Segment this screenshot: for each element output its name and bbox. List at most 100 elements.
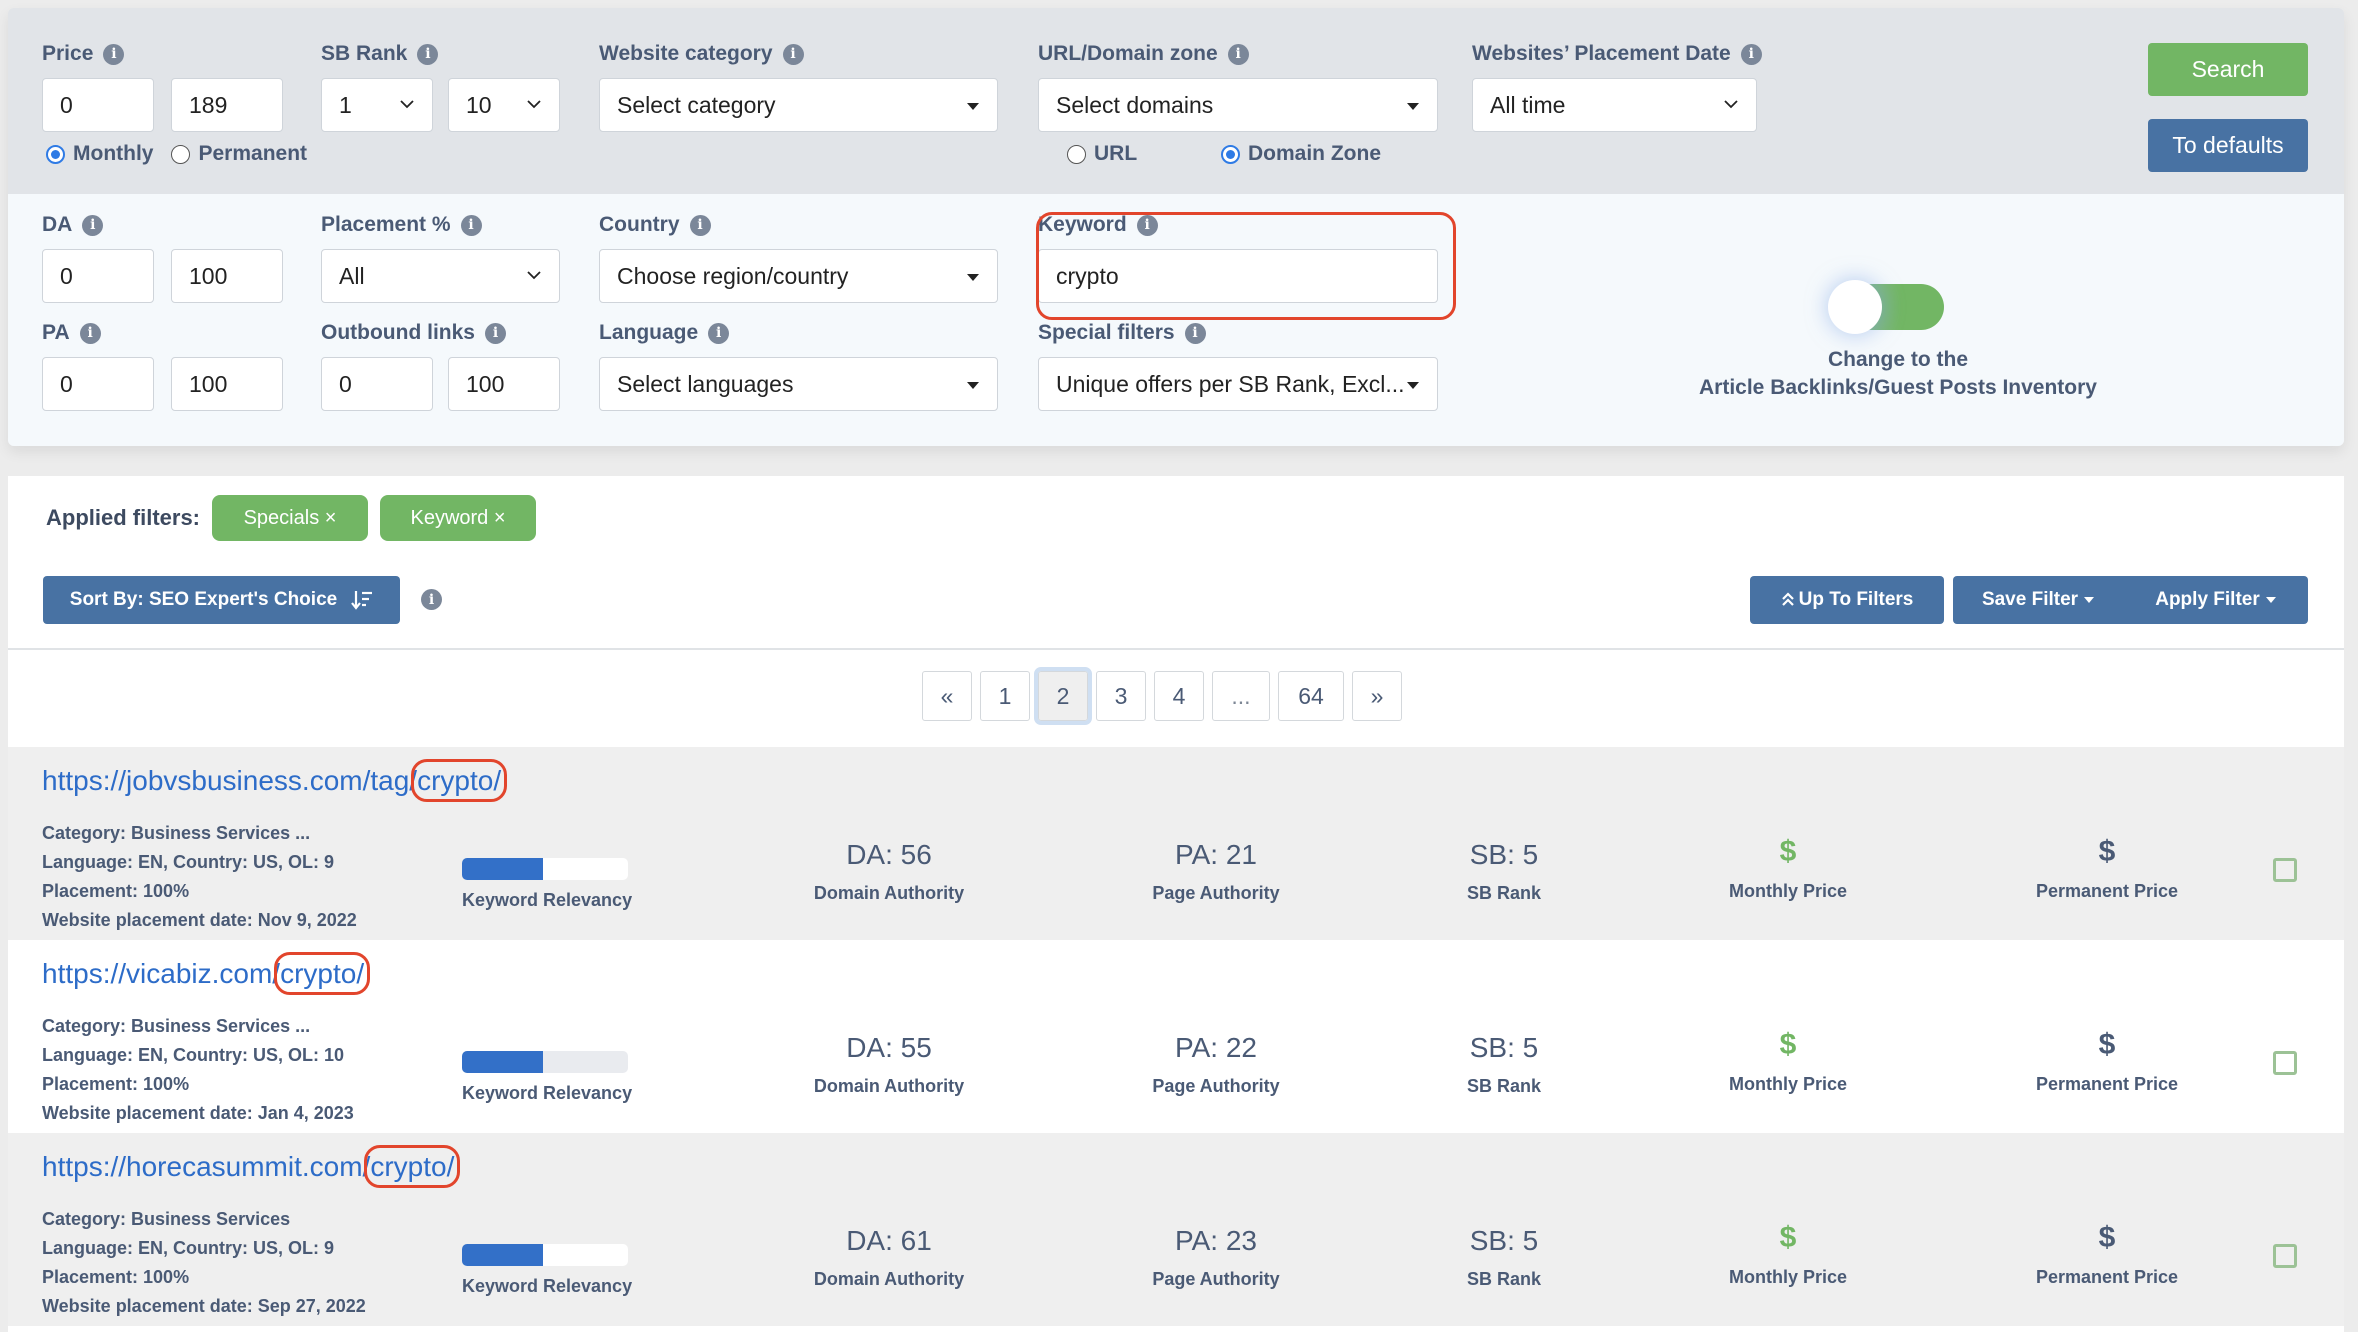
info-icon[interactable]: i [417, 43, 439, 65]
sb-rank-min-select[interactable]: 1 [321, 78, 433, 132]
pagination-page[interactable]: 1 [980, 671, 1030, 721]
result-url-link[interactable]: https://vicabiz.com/crypto/ [42, 958, 364, 990]
language-value: Select languages [617, 370, 794, 397]
result-meta: Category: Business Services ... Language:… [42, 1012, 354, 1128]
pagination-page[interactable]: 4 [1154, 671, 1204, 721]
pa-min-input[interactable]: 0 [42, 357, 154, 411]
domain-zone-radio-label[interactable]: Domain Zone [1248, 142, 1381, 166]
website-category-label: Website category i [599, 42, 804, 66]
special-filters-value: Unique offers per SB Rank, Excl... [1056, 370, 1405, 397]
url-radio-label[interactable]: URL [1094, 142, 1137, 166]
applied-filter-chip-specials[interactable]: Specials × [212, 495, 369, 541]
applied-filter-chip-keyword[interactable]: Keyword × [380, 495, 537, 541]
result-placement: Placement: 100% [42, 881, 190, 901]
outbound-min-input[interactable]: 0 [321, 357, 433, 411]
dollar-icon[interactable]: $ [1658, 835, 1918, 869]
keyword-relevancy: Keyword Relevancy [462, 1244, 632, 1297]
monthly-price-label: Monthly Price [1728, 1267, 1848, 1287]
outbound-max-input[interactable]: 100 [448, 357, 560, 411]
info-icon[interactable]: i [484, 322, 506, 344]
info-icon[interactable]: i [1184, 322, 1206, 344]
keyword-relevancy-label: Keyword Relevancy [462, 890, 633, 910]
info-icon[interactable]: i [708, 322, 730, 344]
page: Price i 0 189 Monthly Permanent SB Rank … [8, 0, 2344, 1332]
up-to-filters-button[interactable]: Up To Filters [1750, 576, 1944, 624]
info-icon[interactable]: i [1740, 43, 1762, 65]
apply-filter-button[interactable]: Apply Filter [2123, 576, 2308, 624]
website-category-label-text: Website category [599, 42, 773, 65]
domain-authority-label: Domain Authority [813, 1076, 965, 1096]
result-meta: Category: Business Services Language: EN,… [42, 1205, 366, 1321]
keyword-relevancy: Keyword Relevancy [462, 858, 633, 911]
language-select[interactable]: Select languages [599, 357, 998, 411]
sb-rank-max-select[interactable]: 10 [448, 78, 560, 132]
website-category-select[interactable]: Select category [599, 78, 998, 132]
select-checkbox[interactable] [2273, 1244, 2297, 1268]
info-icon[interactable]: i [782, 43, 804, 65]
price-min-input[interactable]: 0 [42, 78, 154, 132]
monthly-radio-label[interactable]: Monthly [73, 142, 153, 166]
toggle-knob[interactable] [1828, 280, 1882, 334]
dollar-icon[interactable]: $ [1658, 1028, 1918, 1062]
search-button[interactable]: Search [2148, 43, 2308, 96]
inventory-toggle[interactable] [1828, 280, 1964, 334]
pagination-page-last[interactable]: 64 [1278, 671, 1344, 721]
info-icon[interactable]: i [421, 589, 442, 610]
pagination-prev[interactable]: « [922, 671, 972, 721]
special-filters-select[interactable]: Unique offers per SB Rank, Excl... [1038, 357, 1438, 411]
result-placement-date: Website placement date: Sep 27, 2022 [42, 1296, 366, 1316]
domain-authority-label: Domain Authority [813, 1269, 965, 1289]
info-icon[interactable]: i [460, 214, 482, 236]
permanent-radio[interactable] [171, 144, 191, 164]
domain-authority-value: DA: 56 [846, 839, 932, 870]
domains-select[interactable]: Select domains [1038, 78, 1438, 132]
placement-pct-select[interactable]: All [321, 249, 560, 303]
sb-rank-value: SB: 5 [1469, 839, 1539, 870]
permanent-radio-label[interactable]: Permanent [198, 142, 307, 166]
price-label: Price i [42, 42, 125, 66]
result-url-link[interactable]: https://jobvsbusiness.com/tag/crypto/ [42, 765, 501, 797]
pa-max-input[interactable]: 100 [171, 357, 283, 411]
save-filter-button[interactable]: Save Filter [1953, 576, 2123, 624]
search-button-label: Search [2191, 56, 2265, 82]
country-select[interactable]: Choose region/country [599, 249, 998, 303]
domain-zone-radio[interactable] [1221, 144, 1240, 164]
sb-rank-label: SB Rank i [321, 42, 439, 66]
select-checkbox[interactable] [2273, 858, 2297, 882]
pa-min-value: 0 [60, 370, 73, 397]
info-icon[interactable]: i [1227, 43, 1249, 65]
result-placement-date: Website placement date: Jan 4, 2023 [42, 1103, 354, 1123]
url-radio[interactable] [1067, 144, 1086, 164]
result-placement: Placement: 100% [42, 1074, 190, 1094]
info-icon[interactable]: i [79, 322, 101, 344]
info-icon[interactable]: i [82, 214, 104, 236]
select-checkbox[interactable] [2273, 1051, 2297, 1075]
pa-label: PA i [42, 321, 101, 345]
price-max-input[interactable]: 189 [171, 78, 283, 132]
monthly-radio[interactable] [46, 144, 65, 164]
dollar-icon[interactable]: $ [1658, 1221, 1918, 1255]
pagination-page-current[interactable]: 2 [1034, 667, 1092, 725]
pagination-page[interactable]: 3 [1096, 671, 1146, 721]
keyword-relevancy-label: Keyword Relevancy [462, 1083, 633, 1103]
result-url-link[interactable]: https://horecasummit.com/crypto/ [42, 1151, 454, 1183]
to-defaults-button[interactable]: To defaults [2148, 119, 2308, 172]
placement-date-select[interactable]: All time [1472, 78, 1757, 132]
sb-rank-label: SB Rank [1466, 1269, 1542, 1289]
keyword-relevancy-bar [462, 1244, 628, 1266]
pagination-next[interactable]: » [1352, 671, 1402, 721]
da-min-input[interactable]: 0 [42, 249, 154, 303]
sort-by-button[interactable]: Sort By: SEO Expert's Choice [43, 576, 400, 624]
toggle-caption: Change to the Article Backlinks/Guest Po… [1648, 346, 2148, 402]
info-icon[interactable]: i [689, 214, 711, 236]
toolbar-divider [8, 648, 2344, 650]
permanent-price-label: Permanent Price [2035, 1074, 2179, 1094]
dollar-icon[interactable]: $ [1977, 1221, 2237, 1255]
double-chevron-up-icon [1781, 592, 1794, 606]
dollar-icon[interactable]: $ [1977, 1028, 2237, 1062]
da-max-input[interactable]: 100 [171, 249, 283, 303]
result-url-keyword-highlight: crypto/ [370, 1151, 455, 1182]
info-icon[interactable]: i [103, 43, 125, 65]
dollar-icon[interactable]: $ [1977, 835, 2237, 869]
special-filters-label: Special filters i [1038, 321, 1206, 345]
